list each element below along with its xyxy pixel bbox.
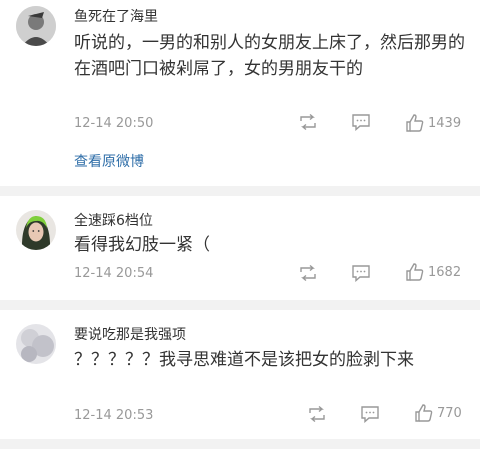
comment-icon (360, 405, 380, 423)
thumbs-up-icon (405, 113, 425, 133)
timestamp: 12-14 20:50 (74, 116, 154, 131)
avatar[interactable] (16, 324, 56, 364)
view-original-link[interactable]: 查看原微博 (74, 151, 144, 171)
comment-text: ？？？？？我寻思难道不是该把女的脸剥下来 (74, 350, 414, 370)
divider (0, 439, 480, 449)
repost-button[interactable] (298, 264, 318, 282)
timestamp: 12-14 20:53 (74, 408, 154, 423)
comment-item: 要说吃那是我强项 ？？？？？我寻思难道不是该把女的脸剥下来 12-14 20:5… (0, 310, 480, 439)
repost-icon (298, 264, 318, 282)
comment-icon (351, 113, 371, 131)
repost-icon (307, 405, 327, 423)
divider (0, 300, 480, 310)
avatar[interactable] (16, 210, 56, 250)
avatar[interactable] (16, 6, 56, 46)
repost-button[interactable] (298, 113, 318, 131)
username[interactable]: 要说吃那是我强项 (74, 324, 186, 344)
repost-icon (298, 113, 318, 131)
like-count: 1682 (428, 264, 462, 280)
repost-button[interactable] (307, 405, 327, 423)
thumbs-up-icon (405, 262, 425, 282)
like-count: 770 (437, 405, 462, 421)
comment-button[interactable] (351, 113, 371, 131)
comment-text: 看得我幻肢一紧（ (74, 235, 210, 255)
comment-icon (351, 264, 371, 282)
comment-button[interactable] (351, 264, 371, 282)
thumbs-up-icon (414, 403, 434, 423)
comment-button[interactable] (360, 405, 380, 423)
divider (0, 186, 480, 196)
like-button[interactable]: 770 (414, 403, 462, 423)
like-count: 1439 (428, 115, 462, 131)
username[interactable]: 全速踩6档位 (74, 210, 153, 230)
like-button[interactable]: 1439 (405, 113, 461, 133)
comment-item: 全速踩6档位 看得我幻肢一紧（ 12-14 20:54 1682 (0, 196, 480, 300)
timestamp: 12-14 20:54 (74, 266, 154, 281)
like-button[interactable]: 1682 (405, 262, 461, 282)
username[interactable]: 鱼死在了海里 (74, 6, 158, 26)
comment-text: 听说的，一男的和别人的女朋友上床了，然后那男的在酒吧门口被剁屌了，女的男朋友干的 (74, 33, 465, 79)
comment-item: 鱼死在了海里 听说的，一男的和别人的女朋友上床了，然后那男的在酒吧门口被剁屌了，… (0, 0, 480, 186)
